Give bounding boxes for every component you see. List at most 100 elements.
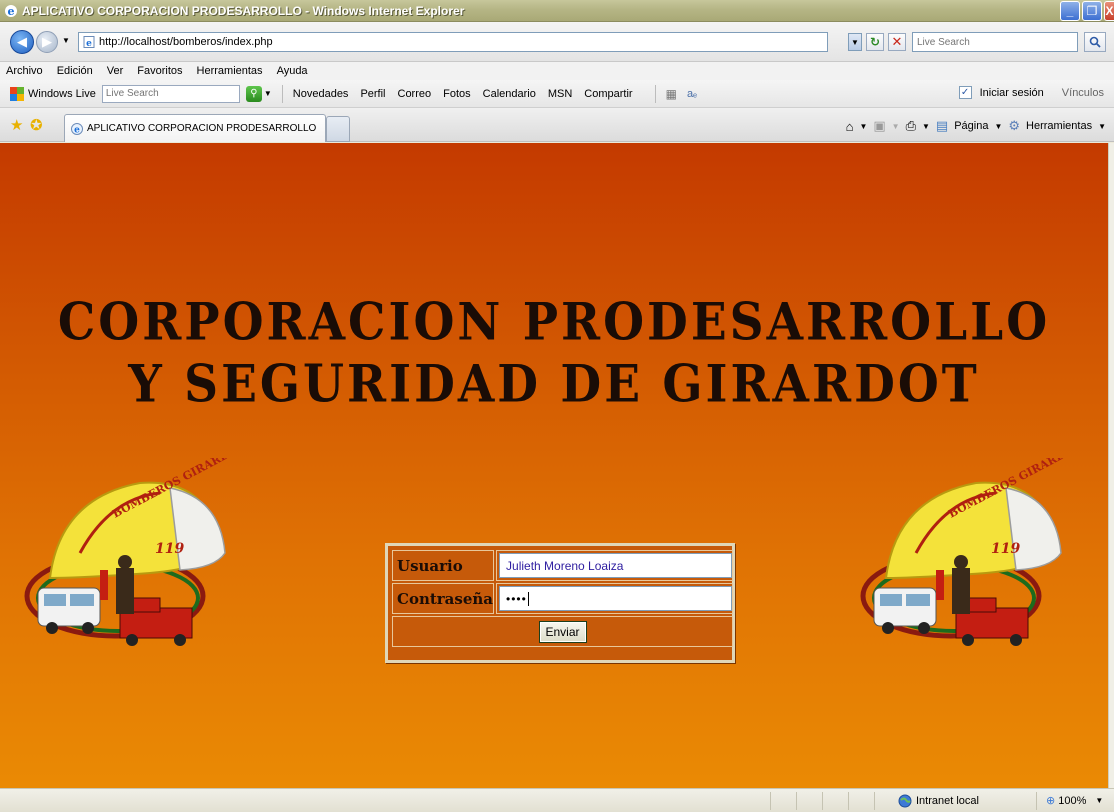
back-button[interactable]: ◀ xyxy=(10,30,34,54)
page-content: CORPORACION PRODESARROLLO Y SEGURIDAD DE… xyxy=(0,143,1108,788)
svg-text:e: e xyxy=(74,125,80,135)
signin-link[interactable]: Iniciar sesión xyxy=(980,87,1044,99)
menu-favoritos[interactable]: Favoritos xyxy=(137,65,182,77)
svg-text:e: e xyxy=(8,5,15,18)
live-search-input[interactable] xyxy=(102,85,239,102)
toolbar-separator xyxy=(654,84,656,103)
chevron-down-icon: ▼ xyxy=(851,37,859,47)
home-dropdown[interactable]: ▼ xyxy=(859,122,867,131)
heading-line-2: Y SEGURIDAD DE GIRARDOT xyxy=(128,354,980,415)
login-form: Usuario Julieth Moreno Loaiza Contraseña… xyxy=(385,543,735,663)
home-icon[interactable]: ⌂ xyxy=(846,119,854,134)
minimize-button[interactable]: _ xyxy=(1060,1,1080,21)
gear-icon: ⚙ xyxy=(1008,118,1021,133)
user-input[interactable]: Julieth Moreno Loaiza xyxy=(499,553,733,578)
user-row: Usuario Julieth Moreno Loaiza xyxy=(392,550,734,581)
stop-button[interactable]: ✕ xyxy=(888,33,906,51)
live-link-compartir[interactable]: Compartir xyxy=(584,88,632,100)
live-link-calendario[interactable]: Calendario xyxy=(483,88,536,100)
feeds-icon[interactable]: ▣ xyxy=(873,118,885,134)
live-search-field[interactable] xyxy=(101,84,240,103)
windows-flag-icon xyxy=(10,86,24,101)
text-caret xyxy=(527,591,529,606)
logo-number: 119 xyxy=(991,541,1020,557)
vertical-scrollbar[interactable] xyxy=(1108,143,1114,788)
ie-page-icon: e xyxy=(71,122,83,135)
menu-herramientas[interactable]: Herramientas xyxy=(197,65,263,77)
search-icon xyxy=(1089,36,1101,48)
page-icon: e xyxy=(83,36,95,48)
print-dropdown[interactable]: ▼ xyxy=(922,122,930,131)
signin-checkbox-icon[interactable]: ✓ xyxy=(958,86,972,99)
live-link-fotos[interactable]: Fotos xyxy=(443,88,471,100)
submit-cell: Enviar xyxy=(392,616,734,647)
zoom-level: 100% xyxy=(1058,794,1087,807)
command-bar: ⌂ ▼ ▣ ▼ ⎙ ▼ ▤ Página ▼ ⚙ Herramientas ▼ xyxy=(846,118,1106,134)
new-tab-button[interactable] xyxy=(326,116,350,142)
windows-live-label: Windows Live xyxy=(28,87,96,100)
zoom-control[interactable]: ⊕ 100% ▼ xyxy=(1046,794,1103,808)
globe-icon xyxy=(898,794,912,808)
windows-live-brand[interactable]: Windows Live xyxy=(10,86,96,101)
live-search-button[interactable]: ⚲ xyxy=(245,85,262,102)
status-divider xyxy=(874,792,875,810)
zoom-dropdown[interactable]: ▼ xyxy=(1095,796,1103,805)
menu-archivo[interactable]: Archivo xyxy=(6,65,43,77)
live-link-perfil[interactable]: Perfil xyxy=(360,88,385,100)
menu-ayuda[interactable]: Ayuda xyxy=(277,65,308,77)
arrow-right-icon: ▶ xyxy=(42,34,52,49)
security-zone[interactable]: Intranet local xyxy=(898,794,979,808)
translate-icon[interactable]: aₑ xyxy=(687,88,697,100)
address-dropdown-button[interactable]: ▼ xyxy=(848,33,862,51)
logo-number: 119 xyxy=(155,541,184,557)
close-button[interactable]: X xyxy=(1104,1,1114,21)
live-account-area: ✓ Iniciar sesión Vínculos xyxy=(958,86,1104,99)
tab-row: ★ ✪ e APLICATIVO CORPORACION PRODESARROL… xyxy=(0,108,1114,142)
search-field[interactable] xyxy=(912,32,1078,52)
search-icon: ⚲ xyxy=(250,88,258,99)
spaces-icon[interactable]: ▦ xyxy=(666,87,677,101)
live-link-correo[interactable]: Correo xyxy=(398,88,432,100)
bomberos-logo-right: BOMBEROS GIRARDOT 119 xyxy=(860,458,1064,646)
maximize-button[interactable]: ❐ xyxy=(1082,1,1102,21)
live-link-msn[interactable]: MSN xyxy=(548,88,572,100)
title-bar: e APLICATIVO CORPORACION PRODESARROLLO -… xyxy=(0,0,1114,22)
favorites-star-icon[interactable]: ★ xyxy=(10,116,23,134)
bomberos-logo-left: BOMBEROS GIRARDOT 119 xyxy=(24,458,228,646)
tools-menu[interactable]: Herramientas xyxy=(1026,120,1092,132)
search-button[interactable] xyxy=(1084,32,1106,52)
forward-button[interactable]: ▶ xyxy=(36,31,58,53)
menu-ver[interactable]: Ver xyxy=(107,65,124,77)
password-dots: •••• xyxy=(506,591,527,606)
vinculos-link[interactable]: Vínculos xyxy=(1062,87,1104,99)
page-dropdown[interactable]: ▼ xyxy=(994,122,1002,131)
refresh-button[interactable]: ↻ xyxy=(866,33,884,51)
user-label: Usuario xyxy=(392,550,495,581)
windows-live-toolbar: Windows Live ⚲ ▼ Novedades Perfil Correo… xyxy=(0,80,1114,108)
url-text: http://localhost/bomberos/index.php xyxy=(99,36,273,48)
tab-title: APLICATIVO CORPORACION PRODESARROLLO xyxy=(87,123,317,134)
status-bar: Intranet local ⊕ 100% ▼ xyxy=(0,788,1114,812)
submit-button[interactable]: Enviar xyxy=(538,620,587,643)
submit-row: Enviar xyxy=(392,616,734,647)
recent-pages-dropdown[interactable]: ▼ xyxy=(62,36,70,45)
tools-dropdown[interactable]: ▼ xyxy=(1098,122,1106,131)
page-menu[interactable]: Página xyxy=(954,120,988,132)
password-row: Contraseña •••• xyxy=(392,583,734,614)
window-controls: _ ❐ X xyxy=(1060,1,1114,21)
address-field[interactable]: e http://localhost/bomberos/index.php xyxy=(78,32,828,52)
menu-edicion[interactable]: Edición xyxy=(57,65,93,77)
tab-aplicativo[interactable]: e APLICATIVO CORPORACION PRODESARROLLO xyxy=(64,114,326,142)
feeds-dropdown[interactable]: ▼ xyxy=(892,122,900,131)
login-table: Usuario Julieth Moreno Loaiza Contraseña… xyxy=(390,548,735,649)
password-input[interactable]: •••• xyxy=(499,586,733,611)
print-icon[interactable]: ⎙ xyxy=(906,118,916,134)
status-divider xyxy=(770,792,771,810)
add-favorite-icon[interactable]: ✪ xyxy=(30,116,43,134)
zoom-icon: ⊕ xyxy=(1046,795,1056,807)
search-input[interactable] xyxy=(913,33,1077,51)
live-link-novedades[interactable]: Novedades xyxy=(293,88,349,100)
password-label: Contraseña xyxy=(392,583,495,614)
stop-icon: ✕ xyxy=(891,34,903,49)
live-search-dropdown[interactable]: ▼ xyxy=(264,89,272,98)
